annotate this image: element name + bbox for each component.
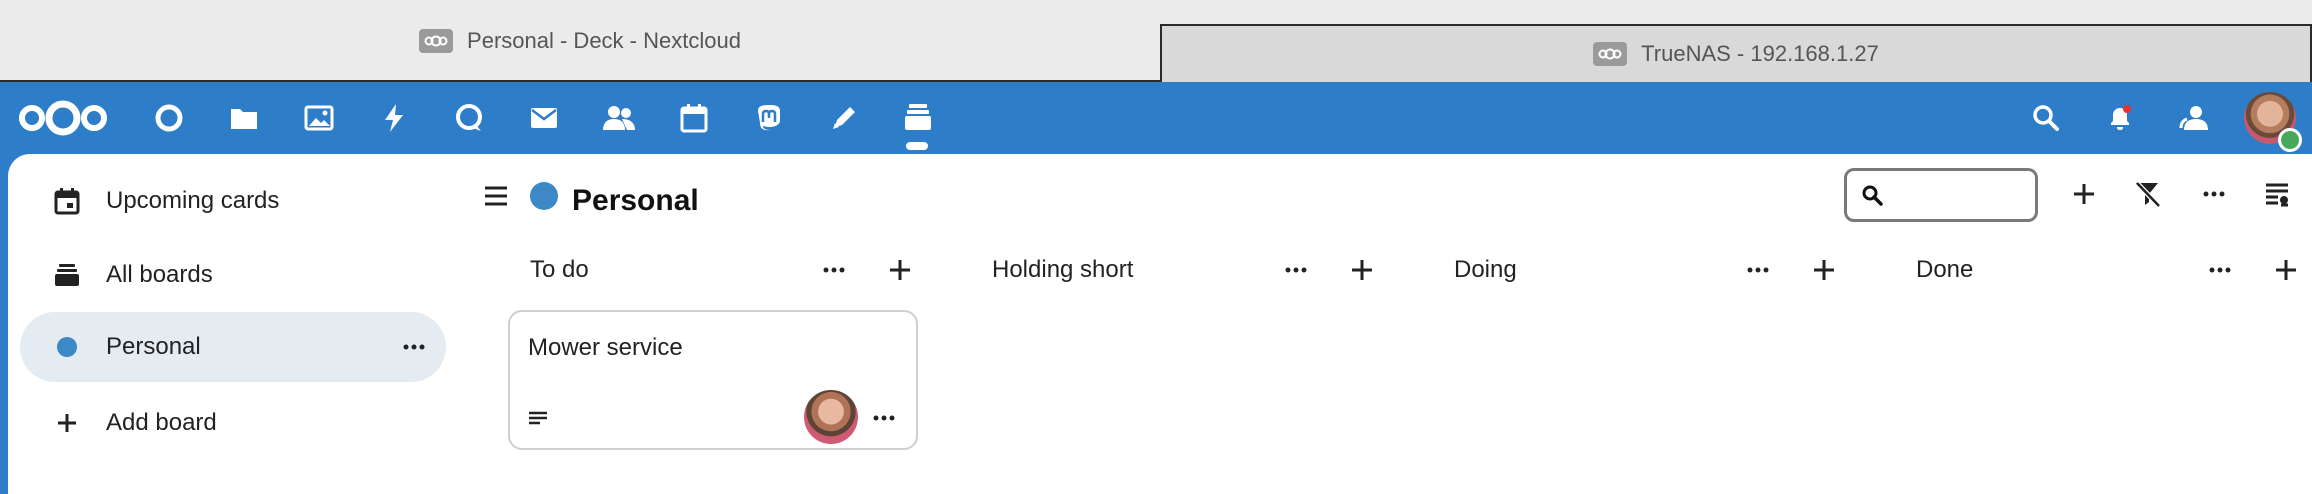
add-card-icon[interactable] [1342,250,1382,290]
nextcloud-logo-icon[interactable] [16,96,110,140]
add-card-icon[interactable] [2266,250,2306,290]
search-icon[interactable] [2024,96,2068,140]
menu-icon[interactable] [474,174,518,218]
more-icon[interactable] [2192,172,2236,216]
stack-more-icon[interactable] [2200,250,2240,290]
sidebar-item-label: All boards [106,261,213,288]
app-header [0,82,2312,154]
card-more-icon[interactable] [872,406,896,430]
stack-icon [44,263,90,287]
browser-tab-label: Personal - Deck - Nextcloud [467,28,741,53]
sidebar-item-label: Add board [106,409,217,436]
board-color-dot [522,174,566,218]
contacts-menu-icon[interactable] [2172,96,2216,140]
deck-icon[interactable] [896,96,940,140]
stack-title[interactable]: Holding short [992,256,1133,284]
dashboard-icon[interactable] [147,96,191,140]
files-icon[interactable] [222,96,266,140]
sidebar-item-label: Personal [106,333,201,360]
calendar-icon[interactable] [672,96,716,140]
app-content: Upcoming cards All boards Personal Add b… [8,154,2312,494]
browser-tab-active[interactable]: Personal - Deck - Nextcloud [0,0,1160,82]
sidebar-item-add-board[interactable]: Add board [20,388,446,458]
calendar-icon [44,187,90,215]
stack-more-icon[interactable] [1738,250,1778,290]
add-card-icon[interactable] [1804,250,1844,290]
contacts-icon[interactable] [597,96,641,140]
active-app-indicator [906,142,928,150]
clear-filter-icon[interactable] [2126,172,2170,216]
card-title: Mower service [528,334,683,361]
stack-more-icon[interactable] [1276,250,1316,290]
notifications-icon[interactable] [2098,96,2142,140]
mail-icon[interactable] [522,96,566,140]
stack-title[interactable]: Doing [1454,256,1517,284]
board-details-icon[interactable] [2256,172,2300,216]
nextcloud-favicon-icon [1593,42,1628,66]
sidebar-item-all-boards[interactable]: All boards [20,240,446,310]
more-icon[interactable] [402,335,426,359]
plus-icon [44,412,90,434]
talk-icon[interactable] [447,96,491,140]
description-icon [528,410,548,426]
search-icon [1861,184,1883,206]
photos-icon[interactable] [297,96,341,140]
browser-tab-strip: Personal - Deck - Nextcloud TrueNAS - 19… [0,0,2312,82]
sidebar-item-label: Upcoming cards [106,187,280,214]
search-input[interactable] [1891,183,2031,207]
browser-tab-inactive[interactable]: TrueNAS - 192.168.1.27 [1160,24,2312,82]
stack-title[interactable]: Done [1916,256,1973,284]
board-color-dot [44,337,90,357]
browser-tab-label: TrueNAS - 192.168.1.27 [1641,41,1879,66]
nextcloud-favicon-icon [419,29,454,53]
add-stack-icon[interactable] [2062,172,2106,216]
stack-more-icon[interactable] [814,250,854,290]
add-card-icon[interactable] [880,250,920,290]
board-search[interactable] [1844,168,2038,222]
sidebar-item-personal[interactable]: Personal [20,312,446,382]
assignee-avatar [804,390,858,444]
user-menu-button[interactable] [2244,92,2302,152]
board-title: Personal [572,184,699,217]
mastodon-icon[interactable] [747,96,791,140]
notes-icon[interactable] [822,96,866,140]
sidebar-item-upcoming-cards[interactable]: Upcoming cards [20,166,446,236]
activity-icon[interactable] [372,96,416,140]
stack-title[interactable]: To do [530,256,589,284]
card[interactable]: Mower service [508,310,918,450]
online-status-icon [2278,128,2302,152]
